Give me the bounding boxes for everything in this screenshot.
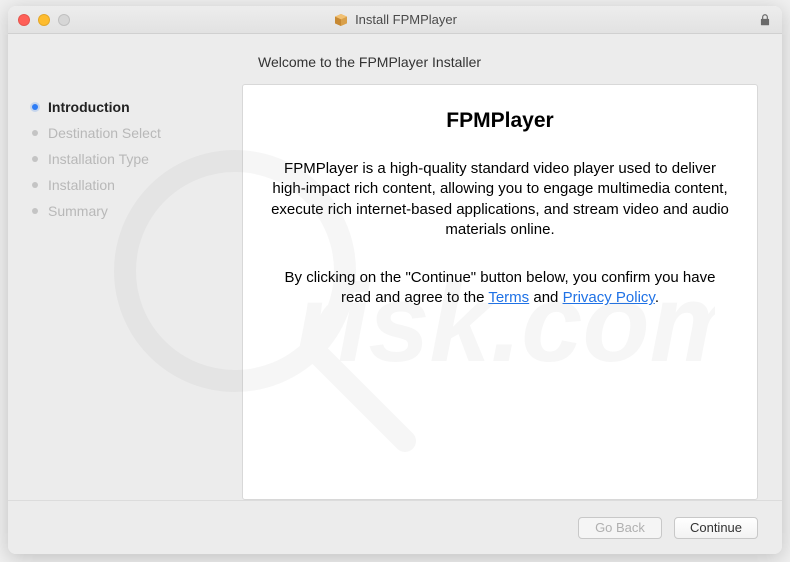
minimize-icon[interactable] (38, 14, 50, 26)
window-title: Install FPMPlayer (355, 12, 457, 27)
content-description: FPMPlayer is a high-quality standard vid… (269, 159, 731, 240)
sidebar-item-introduction: Introduction (32, 94, 242, 120)
privacy-policy-link[interactable]: Privacy Policy (563, 289, 655, 306)
step-list: Introduction Destination Select Installa… (32, 94, 242, 224)
welcome-heading: Welcome to the FPMPlayer Installer (258, 34, 782, 84)
agree-and: and (529, 289, 562, 306)
titlebar: Install FPMPlayer (8, 6, 782, 34)
sidebar: Introduction Destination Select Installa… (32, 84, 242, 500)
go-back-button: Go Back (578, 517, 662, 539)
close-icon[interactable] (18, 14, 30, 26)
body-area: Welcome to the FPMPlayer Installer Intro… (8, 34, 782, 554)
step-label: Installation Type (48, 151, 149, 167)
footer: Go Back Continue (8, 500, 782, 554)
bullet-icon (32, 156, 38, 162)
content-agreement: By clicking on the "Continue" button bel… (269, 268, 731, 309)
lock-icon[interactable] (758, 11, 772, 29)
terms-link[interactable]: Terms (488, 289, 529, 306)
step-label: Installation (48, 177, 115, 193)
sidebar-item-summary: Summary (32, 198, 242, 224)
bullet-icon (32, 104, 38, 110)
bullet-icon (32, 208, 38, 214)
traffic-lights (18, 14, 70, 26)
main-row: Introduction Destination Select Installa… (8, 84, 782, 500)
step-label: Summary (48, 203, 108, 219)
sidebar-item-destination-select: Destination Select (32, 120, 242, 146)
continue-button[interactable]: Continue (674, 517, 758, 539)
sidebar-item-installation: Installation (32, 172, 242, 198)
maximize-icon (58, 14, 70, 26)
bullet-icon (32, 130, 38, 136)
content-panel: FPMPlayer FPMPlayer is a high-quality st… (242, 84, 758, 500)
title-center: Install FPMPlayer (8, 12, 782, 28)
installer-window: Install FPMPlayer Welcome to the FPMPlay… (8, 6, 782, 554)
content-title: FPMPlayer (446, 109, 553, 133)
step-label: Introduction (48, 99, 130, 115)
step-label: Destination Select (48, 125, 161, 141)
sidebar-item-installation-type: Installation Type (32, 146, 242, 172)
bullet-icon (32, 182, 38, 188)
agree-suffix: . (655, 289, 659, 306)
package-icon (333, 12, 349, 28)
